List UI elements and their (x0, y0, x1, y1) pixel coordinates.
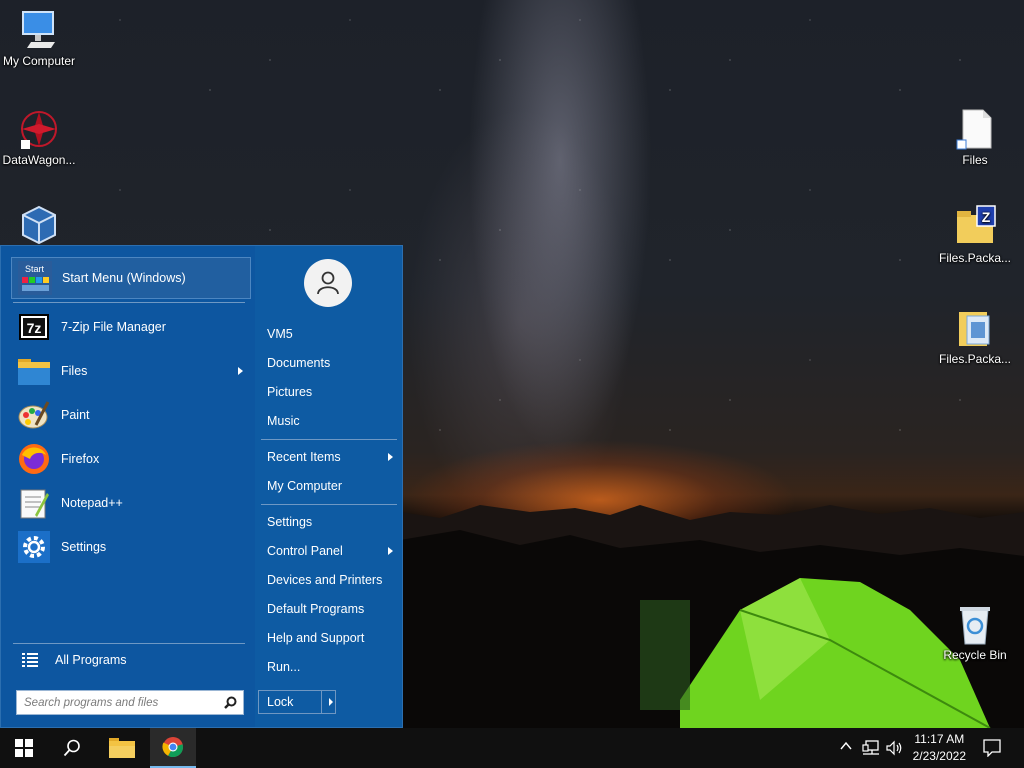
program-label: Paint (61, 408, 90, 422)
lock-options-arrow-icon[interactable] (329, 698, 333, 706)
chevron-up-icon[interactable] (840, 740, 852, 752)
right-item-label: Run... (267, 660, 301, 674)
monitor-icon (22, 11, 55, 48)
chrome-icon (162, 737, 184, 758)
notification-icon[interactable] (983, 739, 1001, 757)
right-item-devices-printers[interactable]: Devices and Printers (261, 567, 397, 593)
program-notepadpp[interactable]: Notepad++ (11, 483, 251, 523)
separator (261, 504, 397, 505)
all-programs-label: All Programs (55, 653, 127, 667)
right-item-label: Documents (267, 356, 331, 370)
right-item-label: Recent Items (267, 450, 341, 464)
right-item-label: VM5 (267, 327, 293, 341)
taskbar-search-button[interactable] (48, 728, 96, 768)
right-item-pictures[interactable]: Pictures (261, 379, 397, 405)
taskbar: 11:17 AM 2/23/2022 (0, 728, 1024, 768)
right-item-label: Devices and Printers (267, 573, 383, 587)
desktop-icon-my-computer[interactable]: My Computer (0, 8, 78, 68)
virtualbox-icon (22, 205, 56, 245)
right-item-label: Help and Support (267, 631, 365, 645)
user-icon (317, 271, 339, 295)
search-icon (63, 739, 80, 757)
submenu-arrow-icon (388, 453, 393, 461)
file-shortcut-icon (956, 109, 992, 150)
program-7zip[interactable]: 7z 7-Zip File Manager (11, 307, 251, 347)
right-item-documents[interactable]: Documents (261, 350, 397, 376)
start-menu-right-pane: VM5 Documents Pictures Music Recent Item… (255, 246, 402, 727)
gear-icon (17, 530, 51, 564)
folder-icon (109, 738, 135, 758)
right-item-label: Music (267, 414, 300, 428)
right-item-vm5[interactable]: VM5 (261, 321, 397, 347)
right-item-music[interactable]: Music (261, 408, 397, 434)
right-item-label: Pictures (267, 385, 313, 399)
separator (13, 302, 245, 303)
volume-icon[interactable] (886, 740, 904, 756)
program-paint[interactable]: Paint (11, 395, 251, 435)
taskbar-chrome[interactable] (150, 728, 196, 768)
right-item-label: Settings (267, 515, 313, 529)
program-firefox[interactable]: Firefox (11, 439, 251, 479)
program-label: Files (61, 364, 88, 378)
program-files[interactable]: Files (11, 351, 251, 391)
search-box[interactable] (16, 690, 244, 715)
right-item-default-programs[interactable]: Default Programs (261, 596, 397, 622)
program-label: Notepad++ (61, 496, 123, 510)
clock-date: 2/23/2022 (912, 749, 966, 763)
program-label: 7-Zip File Manager (61, 320, 166, 334)
desktop-icon-datawagon[interactable]: DataWagon... (0, 107, 78, 167)
desktop-icon-recycle-bin[interactable]: Recycle Bin (936, 602, 1014, 662)
submenu-arrow-icon (238, 367, 243, 375)
taskbar-file-explorer[interactable] (98, 728, 146, 768)
clock-time: 11:17 AM (914, 732, 965, 746)
network-icon[interactable] (862, 740, 880, 756)
start-menu: Start Start Menu (Windows) 7z 7-Zip File… (0, 245, 403, 728)
right-item-settings[interactable]: Settings (261, 509, 397, 535)
firefox-icon (17, 442, 51, 476)
7zip-icon: 7z (17, 310, 51, 344)
lock-label: Lock (267, 695, 294, 709)
start-menu-windows-item[interactable]: Start Start Menu (Windows) (11, 257, 251, 299)
datawagon-icon (21, 111, 57, 149)
right-item-label: Default Programs (267, 602, 365, 616)
system-clock[interactable]: 11:17 AM 2/23/2022 (913, 731, 966, 765)
list-icon (19, 643, 41, 677)
desktop-icon-files-package[interactable]: Files.Packa... (936, 306, 1014, 366)
notepadpp-icon (17, 486, 51, 520)
start-button[interactable] (0, 728, 48, 768)
desktop-icon-virtualbox[interactable] (0, 203, 78, 249)
program-settings[interactable]: Settings (11, 527, 251, 567)
lock-button[interactable]: Lock (258, 690, 336, 714)
program-label: Firefox (61, 452, 100, 466)
right-item-recent-items[interactable]: Recent Items (261, 444, 397, 470)
program-label: Settings (61, 540, 107, 554)
right-item-help-support[interactable]: Help and Support (261, 625, 397, 651)
start-menu-left-pane: Start Start Menu (Windows) 7z 7-Zip File… (1, 246, 255, 727)
start-tile-text: Start (25, 264, 45, 274)
desktop-icon-files[interactable]: Files (936, 107, 1014, 167)
paint-icon (17, 398, 51, 432)
svg-text:7z: 7z (27, 320, 42, 336)
folder-icon (17, 354, 51, 388)
svg-text:Z: Z (982, 209, 991, 225)
separator (261, 439, 397, 440)
submenu-arrow-icon (388, 547, 393, 555)
zip-folder-icon: Z (957, 205, 996, 243)
lock-split-divider (321, 691, 322, 713)
package-icon (959, 312, 990, 346)
recycle-bin-icon (960, 607, 990, 645)
right-item-control-panel[interactable]: Control Panel (261, 538, 397, 564)
search-icon[interactable] (224, 696, 237, 709)
right-item-label: My Computer (267, 479, 343, 493)
windows-logo-icon (15, 739, 33, 757)
all-programs-button[interactable]: All Programs (11, 641, 251, 679)
right-item-label: Control Panel (267, 544, 343, 558)
desktop-icon-files-package-zip[interactable]: Z Files.Packa... (936, 205, 1014, 265)
start-menu-windows-label: Start Menu (Windows) (62, 271, 186, 285)
right-item-my-computer[interactable]: My Computer (261, 473, 397, 499)
user-avatar[interactable] (304, 259, 352, 307)
search-input[interactable] (22, 691, 222, 714)
right-item-run[interactable]: Run... (261, 654, 397, 680)
